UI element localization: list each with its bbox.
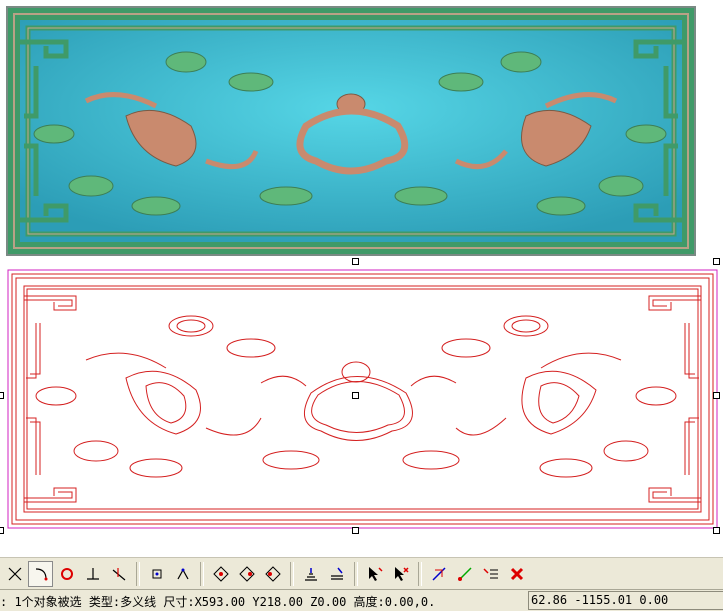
selection-handle[interactable] bbox=[0, 527, 4, 534]
node-edit-icon[interactable] bbox=[208, 561, 233, 587]
node-delete-icon[interactable] bbox=[260, 561, 285, 587]
list-edit-icon[interactable] bbox=[478, 561, 503, 587]
cursor-add-icon[interactable] bbox=[362, 561, 387, 587]
selection-handle[interactable] bbox=[713, 527, 720, 534]
vertex-icon[interactable] bbox=[170, 561, 195, 587]
perpendicular-icon[interactable] bbox=[80, 561, 105, 587]
transform-icon[interactable] bbox=[426, 561, 451, 587]
align-lines-icon[interactable] bbox=[324, 561, 349, 587]
selection-handle[interactable] bbox=[713, 392, 720, 399]
selection-handle[interactable] bbox=[352, 258, 359, 265]
extend-icon[interactable] bbox=[106, 561, 131, 587]
toolbar-separator bbox=[290, 561, 294, 586]
cursor-coordinates: 62.86 -1155.01 0.00 bbox=[528, 591, 723, 610]
status-bar: : 1个对象被选 类型:多义线 尺寸:X593.00 Y218.00 Z0.00… bbox=[0, 589, 723, 611]
toolbar-separator bbox=[418, 561, 422, 586]
circle-snap-icon[interactable] bbox=[54, 561, 79, 587]
toolbar-separator bbox=[354, 561, 358, 586]
node-add-icon[interactable] bbox=[234, 561, 259, 587]
toolbar-separator bbox=[200, 561, 204, 586]
selection-handle[interactable] bbox=[0, 392, 4, 399]
vector-drawing[interactable] bbox=[6, 268, 719, 530]
fillet-icon[interactable] bbox=[28, 560, 53, 587]
selection-handle[interactable] bbox=[352, 392, 359, 399]
selection-handle[interactable] bbox=[713, 258, 720, 265]
node-select-icon[interactable] bbox=[144, 561, 169, 587]
design-canvas[interactable] bbox=[0, 0, 723, 557]
status-message: : 1个对象被选 类型:多义线 尺寸:X593.00 Y218.00 Z0.00… bbox=[0, 595, 436, 609]
cursor-remove-icon[interactable] bbox=[388, 561, 413, 587]
path-edit-icon[interactable] bbox=[452, 561, 477, 587]
close-icon[interactable] bbox=[504, 561, 529, 587]
trim-icon[interactable] bbox=[2, 561, 27, 587]
toolbar-separator bbox=[136, 561, 140, 586]
align-bottom-icon[interactable] bbox=[298, 561, 323, 587]
edit-toolbar bbox=[0, 557, 723, 589]
relief-preview bbox=[6, 6, 696, 256]
selection-handle[interactable] bbox=[352, 527, 359, 534]
